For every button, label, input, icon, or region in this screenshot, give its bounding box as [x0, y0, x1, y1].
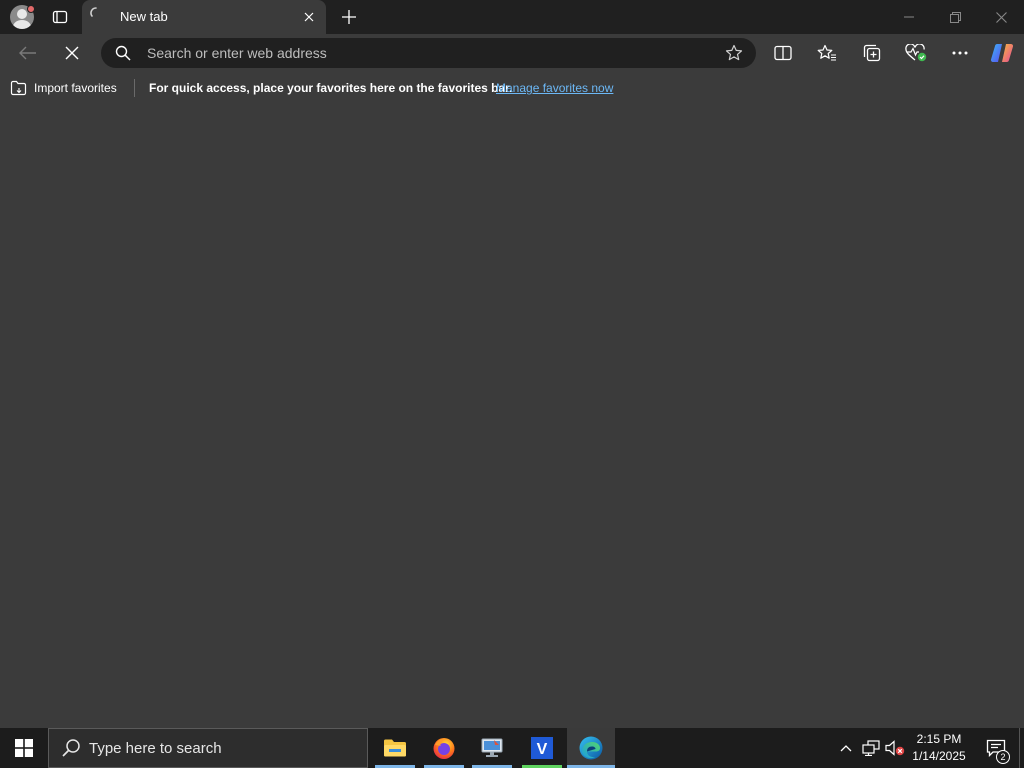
favorites-bar: Import favorites For quick access, place…	[0, 72, 1024, 103]
notification-center-button[interactable]: 2	[978, 728, 1014, 768]
profile-status-dot	[27, 5, 35, 13]
tab-title: New tab	[120, 9, 168, 24]
firefox-icon	[433, 738, 455, 759]
favorites-divider	[134, 79, 135, 97]
remote-desktop-taskbar-button[interactable]	[472, 728, 512, 768]
title-bar: New tab	[0, 0, 1024, 34]
loading-spinner-icon	[90, 7, 97, 17]
split-screen-icon[interactable]	[768, 38, 798, 68]
restore-button[interactable]	[932, 0, 978, 34]
manage-favorites-link[interactable]: Manage favorites now	[496, 81, 613, 95]
remote-desktop-icon	[481, 738, 503, 757]
windows-logo-icon	[15, 739, 33, 757]
tab-new-tab[interactable]: New tab	[82, 0, 326, 34]
edge-taskbar-button[interactable]	[567, 728, 615, 768]
file-explorer-taskbar-button[interactable]	[375, 728, 415, 768]
edge-icon	[579, 736, 603, 760]
file-explorer-icon	[384, 739, 406, 757]
svg-text:V: V	[537, 741, 548, 758]
browser-essentials-icon[interactable]	[901, 38, 931, 68]
page-content-area[interactable]	[0, 103, 1024, 728]
import-favorites-label: Import favorites	[34, 81, 117, 95]
v-app-icon: V	[531, 737, 553, 759]
clock-time: 2:15 PM	[916, 732, 962, 746]
v-app-taskbar-button[interactable]: V	[522, 728, 562, 768]
close-window-button[interactable]	[978, 0, 1024, 34]
notification-count-badge: 2	[996, 750, 1010, 764]
minimize-button[interactable]	[886, 0, 932, 34]
taskbar-search-placeholder: Type here to search	[89, 739, 222, 757]
address-input[interactable]	[147, 38, 707, 68]
copilot-icon[interactable]	[987, 38, 1017, 68]
system-clock[interactable]: 2:15 PM 1/14/2025	[906, 731, 972, 765]
collections-icon[interactable]	[857, 38, 887, 68]
taskbar: Type here to search V 2:15 PM 1/14/2025 …	[0, 728, 1024, 768]
firefox-taskbar-button[interactable]	[424, 728, 464, 768]
more-options-icon[interactable]	[945, 38, 975, 68]
import-folder-icon	[10, 80, 27, 96]
search-icon	[62, 739, 80, 757]
clock-date: 1/14/2025	[912, 749, 966, 763]
show-desktop-button[interactable]	[1019, 728, 1024, 768]
network-icon[interactable]	[860, 728, 882, 768]
navigation-toolbar	[0, 34, 1024, 72]
taskbar-search-box[interactable]: Type here to search	[48, 728, 368, 768]
address-bar[interactable]	[101, 38, 756, 68]
tab-actions-icon[interactable]	[48, 5, 72, 29]
stop-loading-button[interactable]	[57, 38, 87, 68]
search-icon	[115, 45, 131, 61]
show-hidden-icons-chevron-icon[interactable]	[836, 728, 856, 768]
start-button[interactable]	[0, 728, 48, 768]
new-tab-button[interactable]	[338, 6, 360, 28]
volume-muted-icon[interactable]	[884, 728, 906, 768]
favorites-bar-message: For quick access, place your favorites h…	[149, 81, 513, 95]
favorite-star-icon[interactable]	[724, 43, 744, 63]
tab-close-icon[interactable]	[300, 8, 318, 26]
back-button[interactable]	[13, 38, 43, 68]
import-favorites-button[interactable]: Import favorites	[10, 78, 117, 98]
favorites-icon[interactable]	[812, 38, 842, 68]
